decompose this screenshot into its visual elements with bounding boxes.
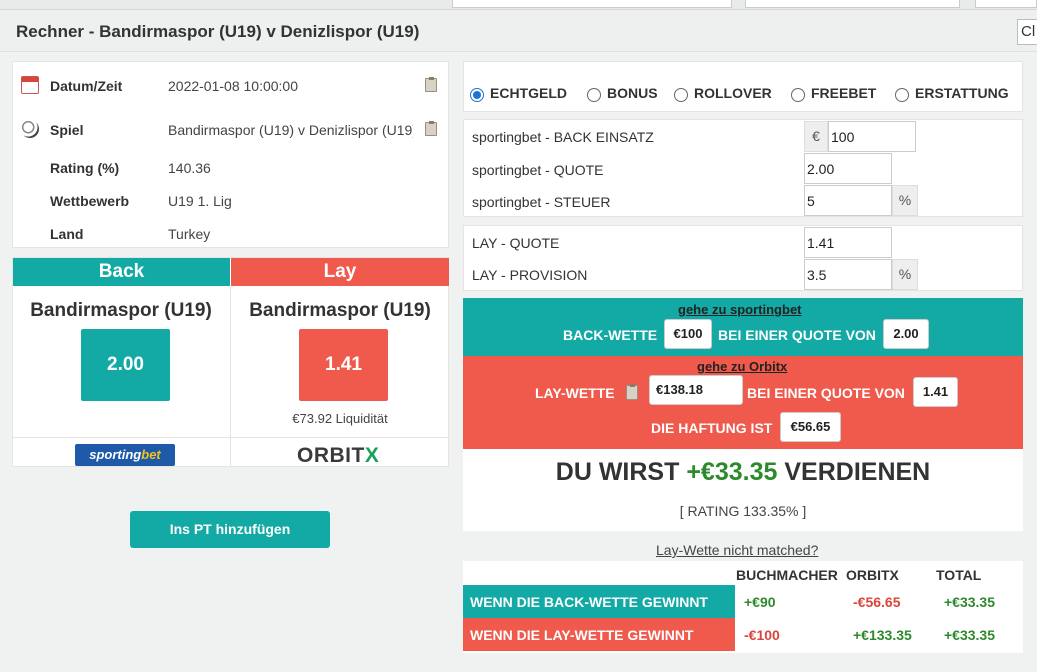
lay-odds-box[interactable]: 1.41 [299,329,388,401]
col-header-total: TOTAL [936,567,982,583]
result-panel: DU WIRST +€33.35 VERDIENEN [ RATING 133.… [463,449,1023,531]
info-value: 2022-01-08 10:00:00 [168,78,298,94]
goto-sportingbet-link[interactable]: gehe zu sportingbet [678,302,802,317]
row-label-back-wins: WENN DIE BACK-WETTE GEWINNT [463,585,735,618]
commission-label: LAY - PROVISION [472,267,588,283]
lay-not-matched-link[interactable]: Lay-Wette nicht matched? [656,542,818,558]
background-select [452,0,732,8]
radio-erstattung[interactable] [895,88,909,102]
lay-bet-odds: 1.41 [913,377,958,407]
back-odds-label: sportingbet - QUOTE [472,162,604,178]
percent-addon: % [892,259,918,290]
currency-addon: € [804,121,828,152]
lay-header: Lay [231,258,449,286]
match-info-panel: Datum/Zeit 2022-01-08 10:00:00 Spiel Ban… [12,61,449,248]
radio-freebet[interactable] [791,88,805,102]
percent-addon: % [892,185,918,216]
back-team-name: Bandirmaspor (U19) [30,300,212,321]
radio-label[interactable]: BONUS [607,85,658,101]
back-odds-box[interactable]: 2.00 [81,329,170,401]
profit-amount: +€33.35 [686,458,778,486]
radio-rollover[interactable] [674,88,688,102]
info-row-datetime: Datum/Zeit 2022-01-08 10:00:00 [13,76,449,96]
lay-liquidity: €73.92 Liquidität [292,411,388,426]
info-key: Rating (%) [50,160,120,176]
outcome-table: BUCHMACHER ORBITX TOTAL WENN DIE BACK-WE… [463,561,1023,653]
back-lay-panel: Back Lay Bandirmaspor (U19) 2.00 Bandirm… [12,257,450,468]
tax-input[interactable]: 5 [804,185,892,216]
info-key: Land [50,226,84,242]
calendar-icon [21,76,39,94]
liability-label: DIE HAFTUNG IST [651,420,773,436]
liability-amount: €56.65 [780,412,841,442]
profit-suffix: VERDIENEN [784,458,931,486]
row-label-lay-wins: WENN DIE LAY-WETTE GEWINNT [463,618,735,651]
copy-icon[interactable] [425,77,437,92]
cell-orbitx: -€56.65 [853,594,901,610]
info-row-competition: Wettbewerb U19 1. Lig [13,191,449,211]
radio-label[interactable]: ROLLOVER [694,85,772,101]
goto-orbitx-link[interactable]: gehe zu Orbitx [697,359,787,374]
cell-orbitx: +€133.35 [853,627,912,643]
background-filter-strip [0,0,1037,10]
back-instruction-block: gehe zu sportingbet BACK-WETTE €100 BEI … [463,298,1023,356]
back-bet-label: BACK-WETTE [563,327,658,343]
copy-icon[interactable] [626,384,638,400]
cell-total: +€33.35 [944,594,995,610]
info-value: Bandirmaspor (U19) v Denizlispor (U19) [168,122,413,138]
at-odds-label: BEI EINER QUOTE VON [718,327,876,343]
back-bet-amount: €100 [664,319,712,349]
lay-instruction-block: gehe zu Orbitx LAY-WETTE €138.18 BEI EIN… [463,356,1023,449]
info-row-rating: Rating (%) 140.36 [13,158,449,178]
lay-odds-label: LAY - QUOTE [472,235,560,251]
cell-bookmaker: -€100 [744,627,780,643]
lay-bet-label: LAY-WETTE [535,385,615,401]
modal-header: Rechner - Bandirmaspor (U19) v Denizlisp… [0,10,1037,52]
sportingbet-logo-cell[interactable]: sportingbet [13,438,230,468]
lay-odds-input[interactable]: 1.41 [804,227,892,258]
info-key: Datum/Zeit [50,78,123,94]
soccer-ball-icon [21,120,39,138]
info-row-country: Land Turkey [13,224,449,244]
background-select [975,0,1037,8]
lay-team-name: Bandirmaspor (U19) [249,300,431,321]
info-row-match: Spiel Bandirmaspor (U19) v Denizlispor (… [13,120,449,140]
back-odds-input[interactable]: 2.00 [804,153,892,184]
modal-title: Rechner - Bandirmaspor (U19) v Denizlisp… [16,22,420,41]
stake-input[interactable]: 100 [828,121,916,152]
info-value: U19 1. Lig [168,193,232,209]
rating-line: [ RATING 133.35% ] [679,503,807,519]
cell-bookmaker: +€90 [744,594,776,610]
back-form-panel: sportingbet - BACK EINSATZ € 100 sportin… [463,119,1023,217]
orbitx-logo-cell[interactable]: ORBITX [231,438,449,468]
profit-prefix: DU WIRST [555,458,680,486]
copy-icon[interactable] [425,121,437,136]
info-key: Spiel [50,122,84,138]
cell-total: +€33.35 [944,627,995,643]
col-header-bookmaker: BUCHMACHER [736,567,838,583]
commission-input[interactable]: 3.5 [804,259,892,290]
col-header-orbitx: ORBITX [846,567,899,583]
radio-label[interactable]: FREEBET [811,85,876,101]
tax-label: sportingbet - STEUER [472,194,611,210]
back-bet-odds: 2.00 [883,319,929,349]
info-value: Turkey [168,226,211,242]
lay-form-panel: LAY - QUOTE 1.41 LAY - PROVISION 3.5 % [463,225,1023,291]
background-select [745,0,960,8]
add-to-pt-button[interactable]: Ins PT hinzufügen [130,511,330,548]
at-odds-label: BEI EINER QUOTE VON [747,385,905,401]
info-value: 140.36 [168,160,211,176]
orbitx-logo: ORBITX [297,444,380,467]
radio-bonus[interactable] [587,88,601,102]
radio-label[interactable]: ECHTGELD [490,85,567,101]
radio-label[interactable]: ERSTATTUNG [915,85,1009,101]
lay-bet-amount-input[interactable]: €138.18 [649,375,743,405]
info-key: Wettbewerb [50,193,130,209]
back-header: Back [13,258,230,286]
profit-headline: DU WIRST +€33.35 VERDIENEN [463,458,1023,487]
close-button[interactable]: Cl [1017,19,1037,45]
radio-echtgeld[interactable] [470,88,484,102]
sportingbet-logo: sportingbet [75,444,175,466]
stake-label: sportingbet - BACK EINSATZ [472,129,654,145]
